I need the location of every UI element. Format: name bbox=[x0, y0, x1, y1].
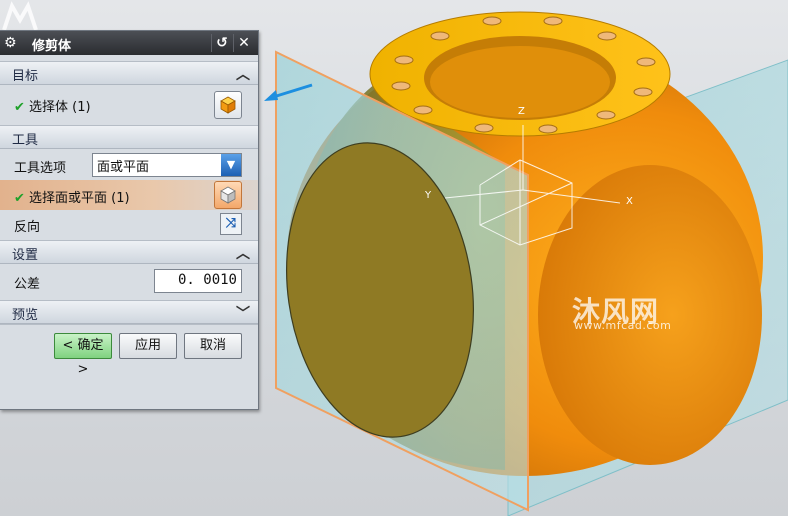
trim-body-dialog: ⚙ 修剪体 ↺ ✕ 目标 ︿ ✔ 选择体 (1) 工具 工具选项 面或平面 ▼ bbox=[0, 30, 259, 410]
cube-icon bbox=[220, 96, 236, 114]
dialog-title: 修剪体 bbox=[32, 39, 72, 54]
select-body-label: 选择体 (1) bbox=[29, 100, 91, 115]
cancel-button[interactable]: 取消 bbox=[184, 333, 242, 359]
chevron-down-icon[interactable]: ﹀ bbox=[236, 303, 250, 323]
gear-icon[interactable]: ⚙ bbox=[4, 35, 17, 51]
tolerance-value: 0. 0010 bbox=[177, 272, 237, 288]
check-icon: ✔ bbox=[14, 100, 25, 115]
tool-option-row: 工具选项 面或平面 ▼ bbox=[0, 149, 258, 180]
reverse-label: 反向 bbox=[14, 220, 41, 235]
reverse-row: 反向 ⤨ bbox=[0, 210, 258, 238]
reset-icon[interactable]: ↺ bbox=[211, 34, 232, 52]
select-face-button[interactable] bbox=[214, 181, 242, 209]
chevron-up-icon[interactable]: ︿ bbox=[236, 243, 250, 263]
tool-option-value: 面或平面 bbox=[97, 160, 150, 175]
check-icon: ✔ bbox=[14, 191, 25, 206]
section-target-header[interactable]: 目标 ︿ bbox=[0, 61, 258, 85]
axis-y-label: Y bbox=[425, 190, 432, 201]
select-body-row[interactable]: ✔ 选择体 (1) bbox=[0, 85, 258, 125]
reverse-direction-icon[interactable]: ⤨ bbox=[220, 213, 242, 235]
tolerance-label: 公差 bbox=[14, 277, 41, 292]
dialog-titlebar[interactable]: ⚙ 修剪体 ↺ ✕ bbox=[0, 31, 258, 55]
chevron-down-icon[interactable]: ▼ bbox=[221, 154, 241, 176]
axis-x-label: X bbox=[626, 196, 633, 207]
select-body-button[interactable] bbox=[214, 91, 242, 119]
select-face-label: 选择面或平面 (1) bbox=[29, 191, 130, 206]
tolerance-input[interactable]: 0. 0010 bbox=[154, 269, 242, 293]
chevron-up-icon[interactable]: ︿ bbox=[236, 64, 250, 84]
select-face-row[interactable]: ✔ 选择面或平面 (1) bbox=[0, 180, 258, 210]
section-tool-title: 工具 bbox=[12, 133, 39, 148]
close-icon[interactable]: ✕ bbox=[233, 34, 254, 52]
section-target-title: 目标 bbox=[12, 69, 39, 84]
section-settings-title: 设置 bbox=[12, 248, 39, 263]
tool-option-label: 工具选项 bbox=[14, 161, 67, 176]
watermark-logo bbox=[2, 1, 38, 31]
watermark-url: www.mfcad.com bbox=[574, 319, 672, 332]
section-preview-title: 预览 bbox=[12, 308, 39, 323]
dialog-button-bar: < 确定 > 应用 取消 bbox=[0, 324, 258, 377]
face-cube-icon bbox=[220, 186, 236, 204]
axis-z-label: Z bbox=[518, 106, 525, 117]
apply-button[interactable]: 应用 bbox=[119, 333, 177, 359]
tool-option-select[interactable]: 面或平面 ▼ bbox=[92, 153, 242, 177]
section-tool-header[interactable]: 工具 bbox=[0, 125, 258, 149]
section-preview-header[interactable]: 预览 ﹀ bbox=[0, 300, 258, 324]
ok-button[interactable]: < 确定 > bbox=[54, 333, 112, 377]
section-settings-header[interactable]: 设置 ︿ bbox=[0, 240, 258, 264]
tolerance-row: 公差 0. 0010 bbox=[0, 264, 258, 300]
